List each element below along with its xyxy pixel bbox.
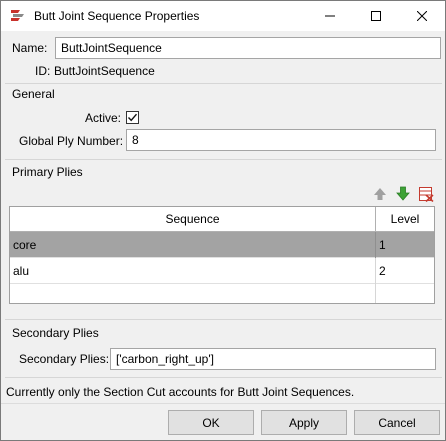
separator [5, 83, 442, 84]
id-value: ButtJointSequence [54, 64, 155, 78]
minimize-button[interactable] [307, 1, 353, 31]
title-bar[interactable]: Butt Joint Sequence Properties [1, 1, 445, 31]
column-header-sequence[interactable]: Sequence [10, 207, 376, 231]
secondary-plies-heading: Secondary Plies [12, 326, 99, 340]
checkmark-icon [127, 113, 138, 122]
column-header-level[interactable]: Level [376, 207, 434, 231]
id-label: ID: [35, 64, 51, 78]
name-field[interactable]: ButtJointSequence [55, 37, 441, 59]
table-header: Sequence Level [10, 207, 434, 232]
name-label: Name: [12, 41, 48, 55]
table-row[interactable] [10, 284, 434, 303]
close-button[interactable] [399, 1, 445, 31]
sequence-cell[interactable]: alu [10, 258, 376, 284]
primary-plies-table[interactable]: Sequence Level core 1 alu 2 [9, 206, 435, 304]
global-ply-label: Global Ply Number: [19, 134, 124, 148]
delete-row-button[interactable] [418, 186, 434, 203]
arrow-up-icon [374, 188, 386, 200]
cancel-button[interactable]: Cancel [354, 410, 440, 435]
sequence-cell[interactable]: core [10, 232, 376, 258]
secondary-plies-field[interactable]: ['carbon_right_up'] [110, 348, 436, 370]
dialog-window: Butt Joint Sequence Properties Name: But… [0, 0, 446, 441]
move-up-button[interactable] [372, 186, 388, 202]
close-icon [417, 11, 427, 21]
arrow-down-icon [396, 186, 410, 201]
level-cell[interactable] [376, 284, 434, 303]
delete-icon [419, 187, 434, 203]
active-label: Active: [85, 111, 122, 125]
app-icon [10, 9, 26, 23]
maximize-icon [371, 11, 381, 21]
window-title: Butt Joint Sequence Properties [34, 9, 200, 23]
separator [5, 377, 442, 378]
table-row[interactable]: core 1 [10, 232, 434, 258]
info-note: Currently only the Section Cut accounts … [6, 385, 355, 399]
separator [1, 403, 445, 404]
global-ply-field[interactable]: 8 [126, 129, 436, 151]
sequence-cell[interactable] [10, 284, 376, 303]
secondary-plies-label: Secondary Plies: [19, 352, 110, 366]
separator [5, 159, 442, 160]
primary-plies-heading: Primary Plies [12, 165, 83, 179]
maximize-button[interactable] [353, 1, 399, 31]
level-cell[interactable]: 1 [376, 232, 434, 258]
separator [5, 319, 442, 320]
apply-button[interactable]: Apply [261, 410, 347, 435]
ok-button[interactable]: OK [168, 410, 254, 435]
minimize-icon [325, 15, 335, 17]
table-row[interactable]: alu 2 [10, 258, 434, 284]
move-down-button[interactable] [395, 186, 411, 202]
general-heading: General [12, 87, 55, 101]
active-checkbox[interactable] [126, 111, 139, 124]
level-cell[interactable]: 2 [376, 258, 434, 284]
